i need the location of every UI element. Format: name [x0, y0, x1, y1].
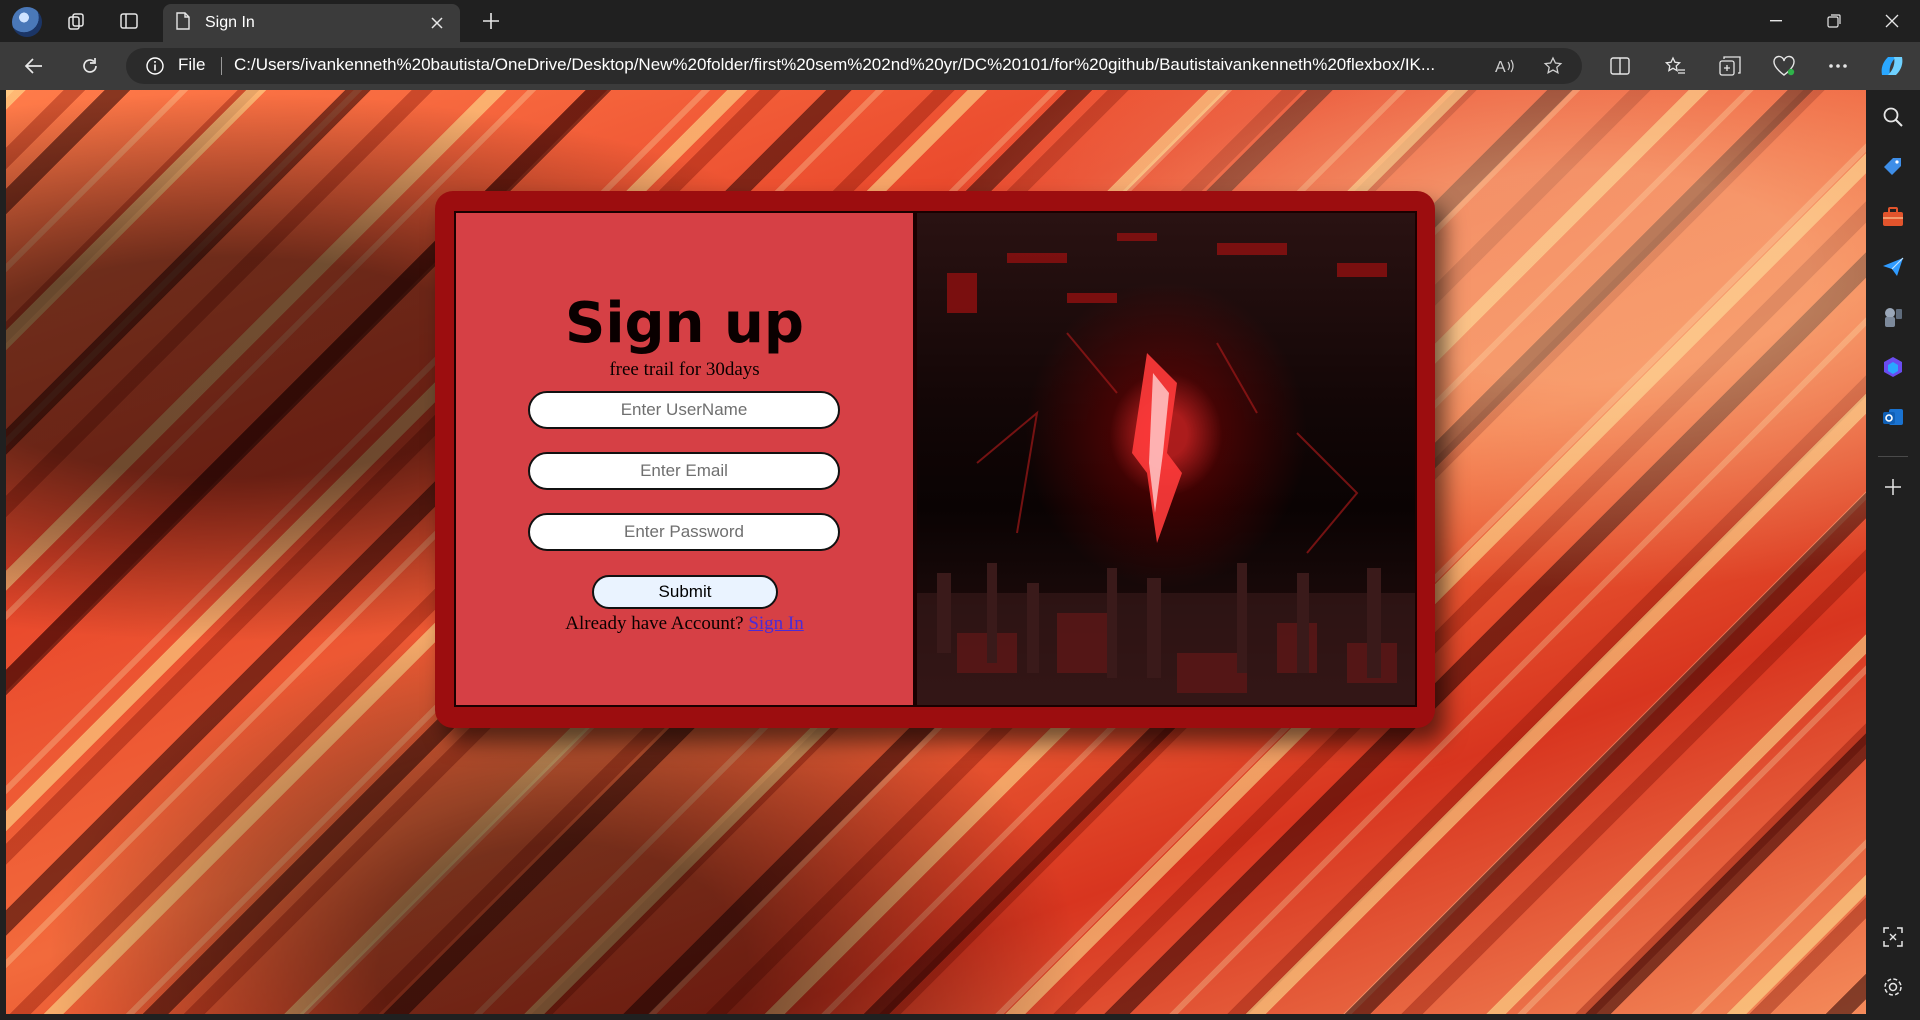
email-input[interactable] [528, 452, 840, 490]
send-icon[interactable] [1880, 254, 1906, 280]
read-aloud-icon[interactable]: A [1494, 55, 1516, 77]
copilot-icon[interactable] [1878, 52, 1906, 80]
workspaces-icon[interactable] [66, 10, 88, 32]
office-icon[interactable] [1880, 354, 1906, 380]
page-viewport: Sign up free trail for 30days Submit Alr… [6, 90, 1866, 1014]
hero-image [915, 211, 1417, 707]
signin-link[interactable]: Sign In [748, 613, 803, 634]
collections-icon[interactable] [1716, 52, 1744, 80]
search-icon[interactable] [1880, 104, 1906, 130]
close-icon[interactable] [424, 10, 450, 36]
svg-text:A: A [1495, 59, 1506, 75]
shopping-tag-icon[interactable] [1880, 154, 1906, 180]
tab-strip: Sign In [0, 0, 1920, 42]
new-tab-button[interactable] [478, 8, 504, 34]
favorites-icon[interactable] [1661, 52, 1689, 80]
address-toolbar: File C:/Users/ivankenneth%20bautista/One… [0, 42, 1920, 90]
minimize-button[interactable] [1748, 0, 1804, 42]
more-icon[interactable] [1824, 52, 1852, 80]
page-icon [175, 11, 191, 35]
screenshot-icon[interactable] [1880, 924, 1906, 950]
close-window-button[interactable] [1864, 0, 1920, 42]
password-input[interactable] [528, 513, 840, 551]
browser-essentials-icon[interactable] [1770, 52, 1798, 80]
address-separator [221, 57, 222, 75]
signup-heading: Sign up [565, 291, 804, 356]
games-icon[interactable] [1880, 304, 1906, 330]
signup-form-panel: Sign up free trail for 30days Submit Alr… [454, 211, 915, 707]
already-account-text: Already have Account? [565, 613, 744, 634]
tab-actions-icon[interactable] [118, 10, 140, 32]
info-icon[interactable] [146, 57, 164, 75]
signup-card: Sign up free trail for 30days Submit Alr… [435, 191, 1435, 728]
outlook-icon[interactable] [1880, 404, 1906, 430]
add-icon[interactable] [1880, 474, 1906, 500]
signin-prompt: Already have Account? Sign In [456, 613, 913, 635]
tab-sign-in[interactable]: Sign In [163, 4, 460, 42]
profile-avatar[interactable] [12, 7, 42, 37]
edge-sidebar [1866, 90, 1920, 1020]
tools-icon[interactable] [1880, 204, 1906, 230]
star-icon[interactable] [1542, 55, 1564, 77]
settings-icon[interactable] [1880, 974, 1906, 1000]
back-button[interactable] [20, 52, 48, 80]
address-bar[interactable]: File C:/Users/ivankenneth%20bautista/One… [126, 48, 1582, 84]
trial-subtext: free trail for 30days [609, 359, 760, 380]
username-input[interactable] [528, 391, 840, 429]
hero-image-art [917, 233, 1415, 705]
split-screen-icon[interactable] [1606, 52, 1634, 80]
sidebar-divider [1878, 456, 1908, 457]
restore-button[interactable] [1806, 0, 1862, 42]
url-text[interactable]: C:/Users/ivankenneth%20bautista/OneDrive… [234, 55, 1499, 75]
submit-button[interactable]: Submit [592, 575, 778, 609]
refresh-button[interactable] [76, 52, 104, 80]
address-scheme: File [178, 55, 206, 74]
tab-title: Sign In [205, 14, 255, 31]
